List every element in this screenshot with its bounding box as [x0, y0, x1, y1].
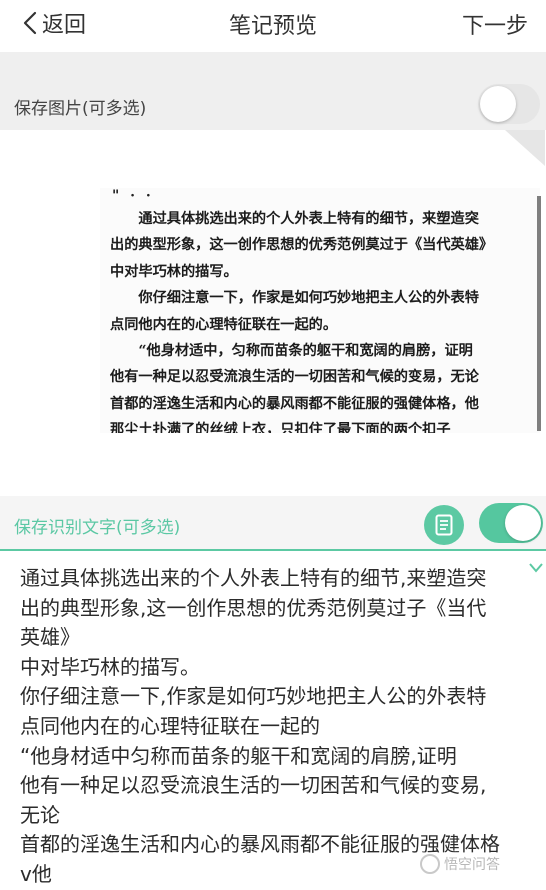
- scan-line: 点同他内在的心理特征联在一起的。: [110, 316, 338, 333]
- save-text-toggle[interactable]: [479, 503, 543, 543]
- ocr-line: 通过具体挑选出来的个人外表上特有的细节,来塑造突: [20, 566, 487, 590]
- toggle-knob: [480, 86, 516, 122]
- recognized-text-area[interactable]: 通过具体挑选出来的个人外表上特有的细节,来塑造突 出的典型形象,这一创作思想的优…: [20, 564, 540, 890]
- document-button[interactable]: [424, 505, 464, 545]
- scan-line: 通过具体挑选出来的个人外表上特有的细节，来塑造突: [110, 211, 479, 227]
- watermark: 悟空问答: [420, 852, 500, 876]
- save-image-section: 保存图片(可多选): [0, 52, 546, 130]
- scan-scroll-indicator: [537, 196, 541, 431]
- ocr-line: 出的典型形象,这一创作思想的优秀范例莫过子《当代: [20, 595, 487, 620]
- scan-line: 他有一种足以忍受流浪生活的一切困苦和气候的变易，无论: [110, 369, 479, 386]
- scan-top-marks: " · ·: [112, 188, 154, 204]
- document-icon: [435, 514, 453, 536]
- scan-line: 那尘土扑满了的丝绒上衣，只扣住了最下面的两个扣子: [110, 422, 451, 433]
- scan-line: 首都的淫逸生活和内心的暴风雨都不能征服的强健体格，他: [110, 395, 479, 412]
- ocr-line: 他有一种足以忍受流浪生活的一切困苦和气候的变易,: [20, 773, 487, 798]
- scanned-page-image[interactable]: " · · 通过具体挑选出来的个人外表上特有的细节，来塑造突 出的典型形象，这一…: [100, 188, 540, 433]
- watermark-logo-icon: [420, 854, 440, 874]
- ocr-line: 无论: [20, 802, 60, 827]
- save-image-label: 保存图片(可多选): [14, 99, 147, 119]
- next-step-button[interactable]: 下一步: [462, 8, 528, 40]
- save-text-label: 保存识别文字(可多选): [14, 518, 181, 538]
- ocr-line: “他身材适中匀称而苗条的躯干和宽阔的肩膀,证明: [20, 743, 457, 768]
- section-divider: [0, 549, 546, 551]
- watermark-text: 悟空问答: [444, 857, 500, 873]
- save-image-toggle[interactable]: [478, 84, 540, 124]
- ocr-line: 点同他内在的心理特征联在一起的: [20, 713, 320, 738]
- page-corner-fold: [505, 130, 545, 166]
- scan-line: “他身材适中，匀称而苗条的躯干和宽阔的肩膀，证明: [110, 343, 473, 360]
- toggle-knob: [505, 505, 541, 541]
- scan-line: 你仔细注意一下，作家是如何巧妙地把主人公的外表特: [110, 290, 479, 307]
- scan-text-block: 通过具体挑选出来的个人外表上特有的细节，来塑造突 出的典型形象，这一创作思想的优…: [110, 206, 528, 433]
- save-text-section: 保存识别文字(可多选): [0, 496, 546, 550]
- ocr-line: 中对毕巧林的描写。: [20, 654, 200, 679]
- ocr-line: 英雄》: [20, 625, 80, 650]
- nav-bar: 返回 笔记预览 下一步: [0, 0, 546, 48]
- scan-line: 出的典型形象，这一创作思想的优秀范例莫过于《当代英雄》: [110, 237, 494, 254]
- ocr-line: 你仔细注意一下,作家是如何巧妙地把主人公的外表特: [20, 684, 487, 709]
- scan-line: 中对毕巧林的描写。: [110, 263, 238, 280]
